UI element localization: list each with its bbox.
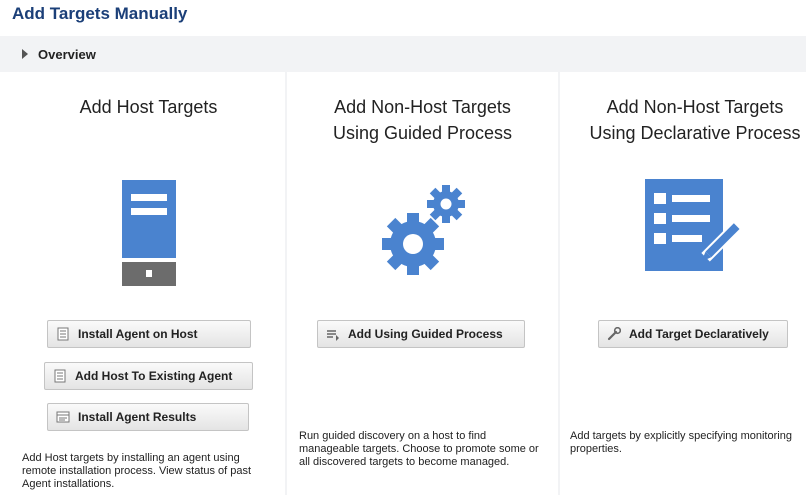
page-title: Add Targets Manually bbox=[12, 4, 188, 23]
button-label: Add Target Declaratively bbox=[629, 327, 769, 341]
panel-description: Run guided discovery on a host to find m… bbox=[299, 430, 539, 468]
install-agent-results-button[interactable]: Install Agent Results bbox=[47, 403, 249, 431]
panel-title: Add Non-Host Targets Using Guided Proces… bbox=[287, 94, 558, 146]
wrench-icon bbox=[607, 326, 622, 341]
overview-section: Overview bbox=[0, 36, 806, 72]
panel-description: Add Host targets by installing an agent … bbox=[22, 452, 252, 490]
panel-title-line: Using Declarative Process bbox=[589, 123, 801, 143]
expand-triangle-icon bbox=[22, 49, 28, 59]
document-icon bbox=[56, 327, 70, 341]
panel-title-line: Add Non-Host Targets bbox=[334, 97, 511, 117]
overview-label: Overview bbox=[38, 46, 96, 62]
results-table-icon bbox=[56, 410, 70, 424]
button-label: Add Using Guided Process bbox=[348, 327, 503, 341]
panel-title-line: Using Guided Process bbox=[332, 123, 513, 143]
form-edit-icon bbox=[645, 179, 745, 284]
add-using-guided-process-button[interactable]: Add Using Guided Process bbox=[317, 320, 525, 348]
panel-add-host-targets: Add Host Targets Install Agent on Host A… bbox=[12, 72, 285, 495]
button-label: Add Host To Existing Agent bbox=[75, 369, 233, 383]
panel-title: Add Host Targets bbox=[12, 94, 285, 120]
panel-add-non-host-guided: Add Non-Host Targets Using Guided Proces… bbox=[287, 72, 558, 495]
install-agent-on-host-button[interactable]: Install Agent on Host bbox=[47, 320, 251, 348]
overview-toggle[interactable]: Overview bbox=[22, 47, 96, 62]
list-add-icon bbox=[326, 327, 340, 341]
button-label: Install Agent on Host bbox=[78, 327, 198, 341]
panel-title-line: Add Host Targets bbox=[79, 97, 218, 117]
button-label: Install Agent Results bbox=[78, 410, 197, 424]
panel-title-line: Add Non-Host Targets bbox=[606, 97, 784, 117]
server-icon bbox=[122, 180, 176, 291]
panel-add-non-host-declarative: Add Non-Host Targets Using Declarative P… bbox=[560, 72, 806, 495]
add-target-declaratively-button[interactable]: Add Target Declaratively bbox=[598, 320, 788, 348]
add-host-to-existing-agent-button[interactable]: Add Host To Existing Agent bbox=[44, 362, 253, 390]
panel-title: Add Non-Host Targets Using Declarative P… bbox=[570, 94, 806, 146]
panel-description: Add targets by explicitly specifying mon… bbox=[570, 430, 792, 455]
target-panels: Add Host Targets Install Agent on Host A… bbox=[12, 72, 806, 495]
document-icon bbox=[53, 369, 67, 383]
gears-icon bbox=[379, 178, 469, 293]
